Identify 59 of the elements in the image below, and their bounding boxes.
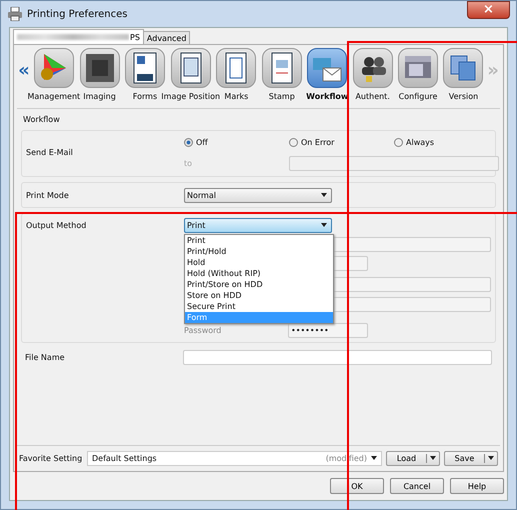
toolbar-label: Configure	[398, 92, 438, 101]
dropdown-option[interactable]: Secure Print	[185, 301, 333, 312]
toolbar-label: Imaging	[83, 92, 116, 101]
radio-button[interactable]	[184, 138, 193, 146]
radio-label: On Error	[301, 138, 334, 146]
toolbar-button[interactable]	[170, 48, 211, 88]
output-method-dropdown[interactable]: Print	[184, 218, 332, 232]
caret-icon	[321, 193, 327, 197]
field-label: to	[184, 158, 194, 168]
toolbar-button[interactable]	[352, 48, 393, 88]
toolbar-label: Stamp	[268, 92, 295, 101]
tab[interactable]: PS	[13, 29, 144, 44]
dropdown-option[interactable]: Store on HDD	[185, 290, 333, 301]
dropdown-option[interactable]: Hold	[185, 257, 333, 268]
toolbar-label: Workflow	[306, 92, 348, 101]
field-label: File Name	[25, 353, 66, 362]
dropdown-option[interactable]: Print	[185, 235, 333, 246]
toolbar-label: Marks	[224, 92, 248, 101]
dialog-button[interactable]: Help	[450, 478, 504, 494]
file-name-field[interactable]	[183, 350, 492, 365]
print-mode-dropdown[interactable]: Normal	[184, 188, 332, 202]
dropdown-option[interactable]: Print/Hold	[185, 246, 333, 257]
caret-icon	[371, 456, 377, 460]
dropdown-list[interactable]: Print Print/Hold Hold Hold (Without RIP) Print/Store on HDD Store on HDD Secure Print Form	[184, 234, 334, 324]
previous-button[interactable]: «	[17, 50, 31, 90]
printer-icon	[7, 7, 23, 21]
toolbar-button[interactable]	[216, 48, 256, 88]
radio-label: Off	[196, 138, 208, 146]
toolbar-button[interactable]	[124, 48, 165, 88]
toolbar-button[interactable]	[443, 48, 484, 88]
radio-button[interactable]	[289, 138, 298, 146]
window-title: Printing Preferences	[27, 8, 128, 20]
toolbar-label: Image Position	[161, 92, 220, 101]
dialog-button[interactable]: Cancel	[390, 478, 444, 494]
toolbar-button[interactable]	[80, 48, 120, 88]
radio-label: Always	[406, 138, 434, 146]
toolbar-button[interactable]	[307, 48, 348, 88]
dropdown-option[interactable]: Print/Store on HDD	[185, 279, 333, 290]
radio-button[interactable]	[394, 138, 403, 146]
toolbar-label: Version	[448, 92, 478, 101]
group-title: Workflow	[23, 115, 60, 124]
dropdown-option[interactable]: Hold (Without RIP)	[185, 268, 333, 279]
caret-icon	[321, 223, 327, 227]
password-field[interactable]: ••••••••	[288, 323, 368, 338]
toolbar-label: Forms	[132, 92, 158, 101]
split-button[interactable]: Save	[444, 450, 498, 466]
dialog-button[interactable]: OK	[330, 478, 384, 494]
caret-icon	[430, 456, 436, 460]
field-label: Print Mode	[26, 190, 70, 200]
field-label: Send E-Mail	[26, 148, 74, 156]
password-label: Password	[184, 326, 222, 335]
toolbar-button[interactable]	[262, 48, 302, 88]
split-button[interactable]: Load	[386, 450, 440, 466]
tab[interactable]: Advanced	[142, 31, 190, 44]
caret-icon	[488, 456, 494, 460]
toolbar-label: Authent.	[355, 92, 390, 101]
toolbar-label: Management	[27, 92, 80, 101]
field-label: Output Method	[26, 220, 88, 230]
field-label: Favorite Setting	[19, 454, 83, 462]
